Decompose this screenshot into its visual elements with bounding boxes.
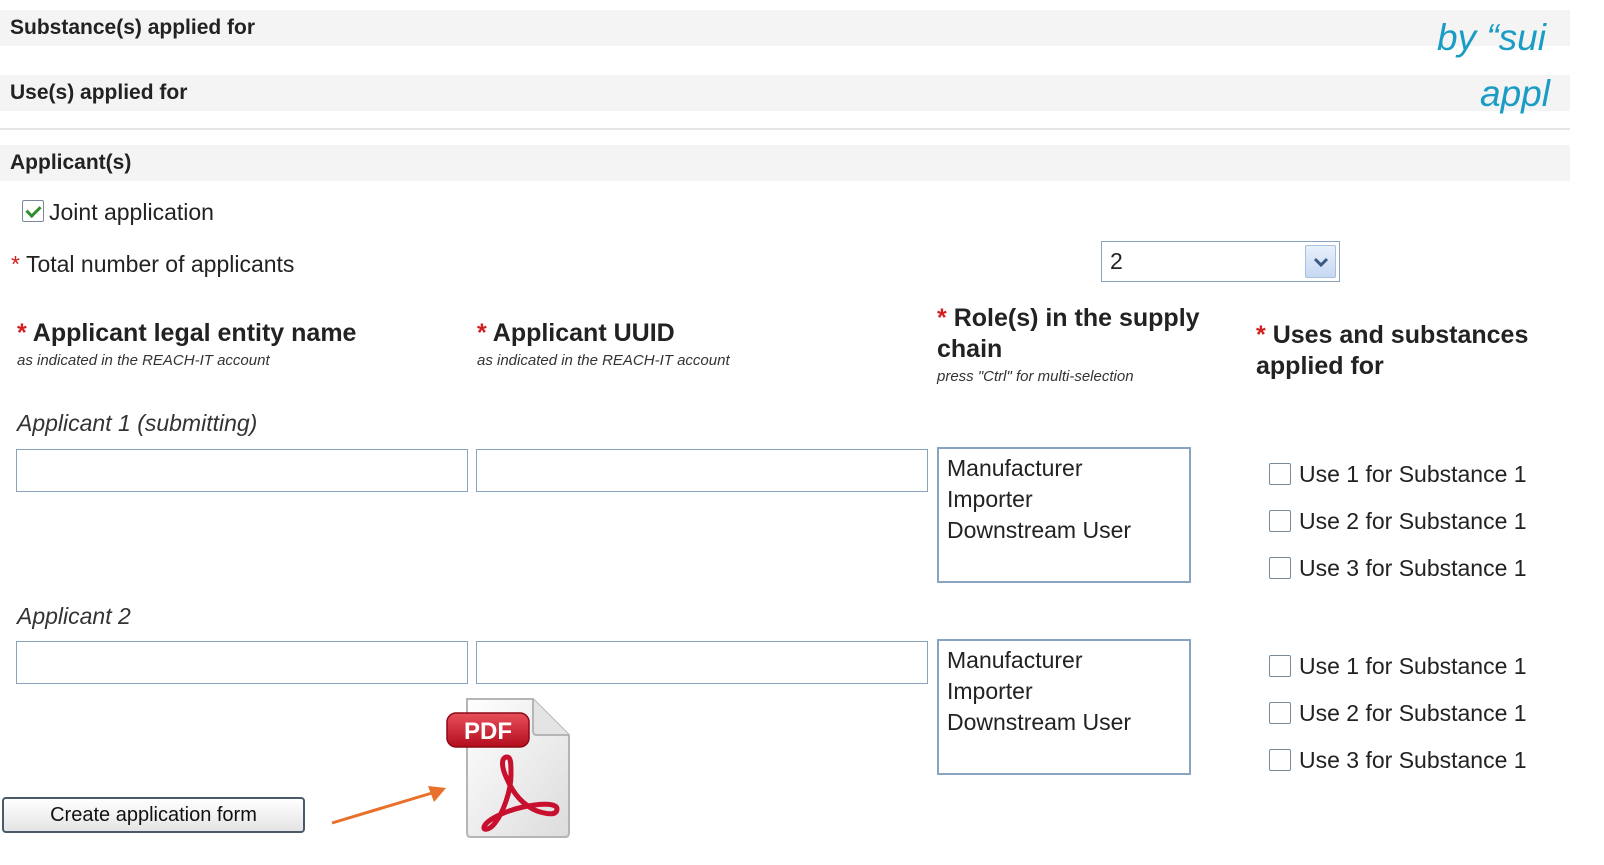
- required-asterisk: *: [17, 319, 27, 347]
- applicant-2-title: Applicant 2: [17, 603, 131, 629]
- col-sub-legal-name: as indicated in the REACH-IT account: [17, 352, 270, 369]
- applicant-1-uuid-input[interactable]: [476, 449, 928, 492]
- col-head-legal-name: * Applicant legal entity name: [17, 318, 356, 349]
- section-applicants: Applicant(s): [0, 145, 1570, 181]
- section-substances-label: Substance(s) applied for: [10, 16, 256, 39]
- required-asterisk: *: [477, 319, 487, 347]
- use-checkbox[interactable]: [1269, 463, 1291, 485]
- col-head-roles-line2: chain: [937, 335, 1003, 363]
- col-head-uuid: * Applicant UUID: [477, 318, 675, 349]
- create-application-form-button[interactable]: Create application form: [2, 797, 305, 833]
- dropdown-button[interactable]: [1305, 245, 1336, 278]
- use-label: Use 3 for Substance 1: [1299, 746, 1527, 773]
- section-uses-label: Use(s) applied for: [10, 81, 188, 104]
- col-head-roles: * Role(s) in the supply chain: [937, 303, 1200, 365]
- applicant-2-use-2[interactable]: Use 2 for Substance 1: [1269, 700, 1527, 726]
- section-applicants-label: Applicant(s): [10, 151, 132, 174]
- joint-application-label: Joint application: [49, 199, 214, 225]
- use-checkbox[interactable]: [1269, 702, 1291, 724]
- required-asterisk: *: [1256, 321, 1266, 349]
- applicant-2-legal-name-input[interactable]: [16, 641, 468, 684]
- section-substances: Substance(s) applied for: [0, 10, 1570, 46]
- role-option[interactable]: Downstream User: [947, 707, 1181, 738]
- total-applicants-select[interactable]: 2: [1101, 241, 1340, 282]
- applicant-1-legal-name-input[interactable]: [16, 449, 468, 492]
- applicant-2-use-3[interactable]: Use 3 for Substance 1: [1269, 747, 1527, 773]
- col-head-uses-line1: Uses and substances: [1272, 321, 1529, 349]
- section-uses: Use(s) applied for: [0, 75, 1570, 111]
- joint-application-checkbox[interactable]: [22, 200, 44, 222]
- use-checkbox[interactable]: [1269, 510, 1291, 532]
- role-option[interactable]: Manufacturer: [947, 645, 1181, 676]
- applicant-2-use-1[interactable]: Use 1 for Substance 1: [1269, 653, 1527, 679]
- overlay-text-line2: appl: [1480, 73, 1550, 114]
- use-label: Use 2 for Substance 1: [1299, 699, 1527, 726]
- arrow-icon: [331, 786, 446, 825]
- pdf-badge-text: PDF: [464, 718, 512, 745]
- applicant-1-use-2[interactable]: Use 2 for Substance 1: [1269, 508, 1527, 534]
- use-checkbox[interactable]: [1269, 749, 1291, 771]
- use-checkbox[interactable]: [1269, 655, 1291, 677]
- use-label: Use 3 for Substance 1: [1299, 554, 1527, 581]
- use-label: Use 1 for Substance 1: [1299, 460, 1527, 487]
- col-head-roles-line1: Role(s) in the supply: [953, 304, 1200, 332]
- required-asterisk: *: [11, 251, 20, 277]
- pdf-file-icon: PDF: [446, 698, 570, 838]
- col-head-uses: * Uses and substances applied for: [1256, 320, 1528, 382]
- total-applicants-label: * Total number of applicants: [11, 251, 294, 278]
- col-head-legal-name-text: Applicant legal entity name: [32, 319, 357, 347]
- use-checkbox[interactable]: [1269, 557, 1291, 579]
- role-option[interactable]: Downstream User: [947, 515, 1181, 546]
- role-option[interactable]: Importer: [947, 484, 1181, 515]
- applicant-2-uuid-input[interactable]: [476, 641, 928, 684]
- applicant-1-use-3[interactable]: Use 3 for Substance 1: [1269, 555, 1527, 581]
- use-label: Use 1 for Substance 1: [1299, 652, 1527, 679]
- total-applicants-text: Total number of applicants: [25, 251, 295, 277]
- role-option[interactable]: Manufacturer: [947, 453, 1181, 484]
- total-applicants-value: 2: [1110, 248, 1123, 274]
- role-option[interactable]: Importer: [947, 676, 1181, 707]
- applicant-2-roles-listbox[interactable]: Manufacturer Importer Downstream User: [937, 639, 1191, 775]
- col-head-uuid-text: Applicant UUID: [492, 319, 675, 347]
- applicant-1-title: Applicant 1 (submitting): [17, 410, 258, 436]
- applicant-1-roles-listbox[interactable]: Manufacturer Importer Downstream User: [937, 447, 1191, 583]
- required-asterisk: *: [937, 304, 947, 332]
- col-sub-uuid: as indicated in the REACH-IT account: [477, 352, 730, 369]
- overlay-text-line1: by “sui: [1437, 17, 1546, 58]
- use-label: Use 2 for Substance 1: [1299, 507, 1527, 534]
- chevron-down-icon: [1313, 257, 1328, 267]
- applicant-1-use-1[interactable]: Use 1 for Substance 1: [1269, 461, 1527, 487]
- col-sub-roles: press "Ctrl" for multi-selection: [937, 368, 1134, 385]
- col-head-uses-line2: applied for: [1256, 352, 1384, 380]
- divider: [0, 128, 1570, 130]
